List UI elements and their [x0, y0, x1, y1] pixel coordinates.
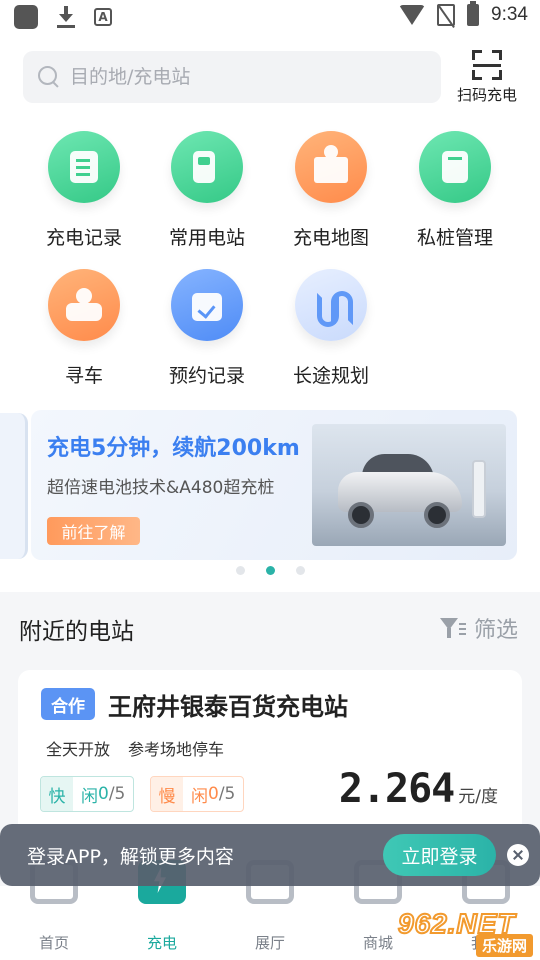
status-bar: A 9:34 — [0, 0, 540, 36]
banner-car-image — [312, 424, 506, 546]
tab-home[interactable]: 首页 — [0, 860, 108, 960]
charge-map-icon — [295, 131, 367, 203]
partner-badge: 合作 — [41, 688, 95, 720]
station-tag: 参考场地停车 — [128, 740, 225, 759]
quick-action-charge-record[interactable]: 充电记录 — [22, 131, 146, 250]
tab-label: 首页 — [38, 934, 69, 952]
carousel-indicator — [0, 566, 540, 578]
quick-action-route-planning[interactable]: 长途规划 — [269, 269, 393, 388]
banner-learn-more-button[interactable]: 前往了解 — [47, 517, 140, 545]
banner-headline: 充电5分钟，续航200km — [47, 436, 300, 461]
font-notification-icon: A — [94, 8, 112, 26]
search-input[interactable] — [70, 66, 400, 88]
quick-action-reservation[interactable]: 预约记录 — [145, 269, 269, 388]
carousel-dot-active[interactable] — [265, 566, 275, 575]
fast-idle-label: 闲 — [81, 786, 98, 807]
scan-charge-label: 扫码充电 — [456, 86, 517, 104]
login-prompt-text: 登录APP，解锁更多内容 — [27, 846, 234, 868]
search-icon — [38, 66, 60, 88]
slow-idle-count: 0 — [208, 784, 219, 804]
favorite-station-icon — [171, 131, 243, 203]
close-icon[interactable] — [507, 844, 529, 866]
filter-icon — [439, 616, 466, 640]
quick-action-label: 充电地图 — [292, 227, 369, 249]
carousel-dot[interactable] — [295, 566, 305, 575]
promo-banner[interactable]: 充电5分钟，续航200km 超倍速电池技术&A480超充桩 前往了解 — [31, 410, 517, 560]
price-unit: 元/度 — [458, 787, 498, 807]
watermark-sub: 乐游网 — [476, 934, 534, 957]
fast-charger-availability: 快 闲 0/5 — [40, 776, 135, 812]
slow-charger-availability: 慢 闲 0/5 — [150, 776, 245, 812]
status-time: 9:34 — [491, 4, 528, 25]
fast-total: /5 — [108, 784, 126, 804]
quick-action-label: 长途规划 — [292, 365, 369, 387]
station-name: 王府井银泰百货充电站 — [108, 693, 348, 721]
fast-label: 快 — [41, 777, 73, 811]
site-watermark: 962.NET 乐游网 — [397, 907, 538, 957]
quick-action-favorite-station[interactable]: 常用电站 — [145, 131, 269, 250]
filter-button[interactable]: 筛选 — [439, 612, 518, 644]
slow-idle-label: 闲 — [191, 786, 208, 807]
station-tags: 全天开放 参考场地停车 — [46, 736, 224, 760]
filter-label: 筛选 — [473, 618, 518, 643]
app-notification-icon — [14, 5, 38, 29]
price-value: 2.264 — [338, 766, 455, 812]
no-sim-icon — [437, 4, 456, 26]
quick-action-private-pile[interactable]: 私桩管理 — [393, 131, 517, 250]
tab-showroom[interactable]: 展厅 — [216, 860, 324, 960]
download-icon — [56, 5, 76, 29]
login-prompt-bar: 登录APP，解锁更多内容 立即登录 — [0, 824, 540, 886]
charge-record-icon — [48, 131, 120, 203]
station-price: 2.264 元/度 — [339, 766, 498, 812]
search-bar[interactable] — [23, 51, 441, 103]
quick-action-find-car[interactable]: 寻车 — [22, 269, 146, 388]
login-now-button[interactable]: 立即登录 — [383, 834, 496, 876]
slow-label: 慢 — [151, 777, 183, 811]
quick-action-charge-map[interactable]: 充电地图 — [269, 131, 393, 250]
quick-action-label: 预约记录 — [168, 365, 245, 387]
quick-action-label: 私桩管理 — [416, 227, 493, 249]
private-pile-icon — [419, 131, 491, 203]
banner-subline: 超倍速电池技术&A480超充桩 — [47, 478, 275, 498]
reservation-icon — [171, 269, 243, 341]
fast-idle-count: 0 — [98, 784, 109, 804]
scan-charge-button[interactable]: 扫码充电 — [451, 50, 523, 105]
quick-action-label: 寻车 — [64, 365, 103, 387]
find-car-icon — [48, 269, 120, 341]
carousel-dot[interactable] — [235, 566, 245, 575]
tab-label: 展厅 — [254, 934, 285, 952]
battery-icon — [467, 1, 480, 26]
carousel-previous-slide — [0, 413, 28, 559]
wifi-icon — [399, 5, 426, 25]
slow-total: /5 — [218, 784, 236, 804]
scan-icon — [472, 50, 502, 80]
quick-action-label: 充电记录 — [45, 227, 122, 249]
tab-label: 充电 — [146, 934, 177, 952]
route-planning-icon — [295, 269, 367, 341]
charger-icon — [472, 460, 486, 518]
tab-charge[interactable]: 充电 — [108, 860, 216, 960]
promo-carousel[interactable]: 充电5分钟，续航200km 超倍速电池技术&A480超充桩 前往了解 — [0, 410, 517, 560]
quick-action-label: 常用电站 — [168, 227, 245, 249]
station-tag: 全天开放 — [46, 740, 111, 759]
nearby-stations-title: 附近的电站 — [19, 619, 134, 645]
